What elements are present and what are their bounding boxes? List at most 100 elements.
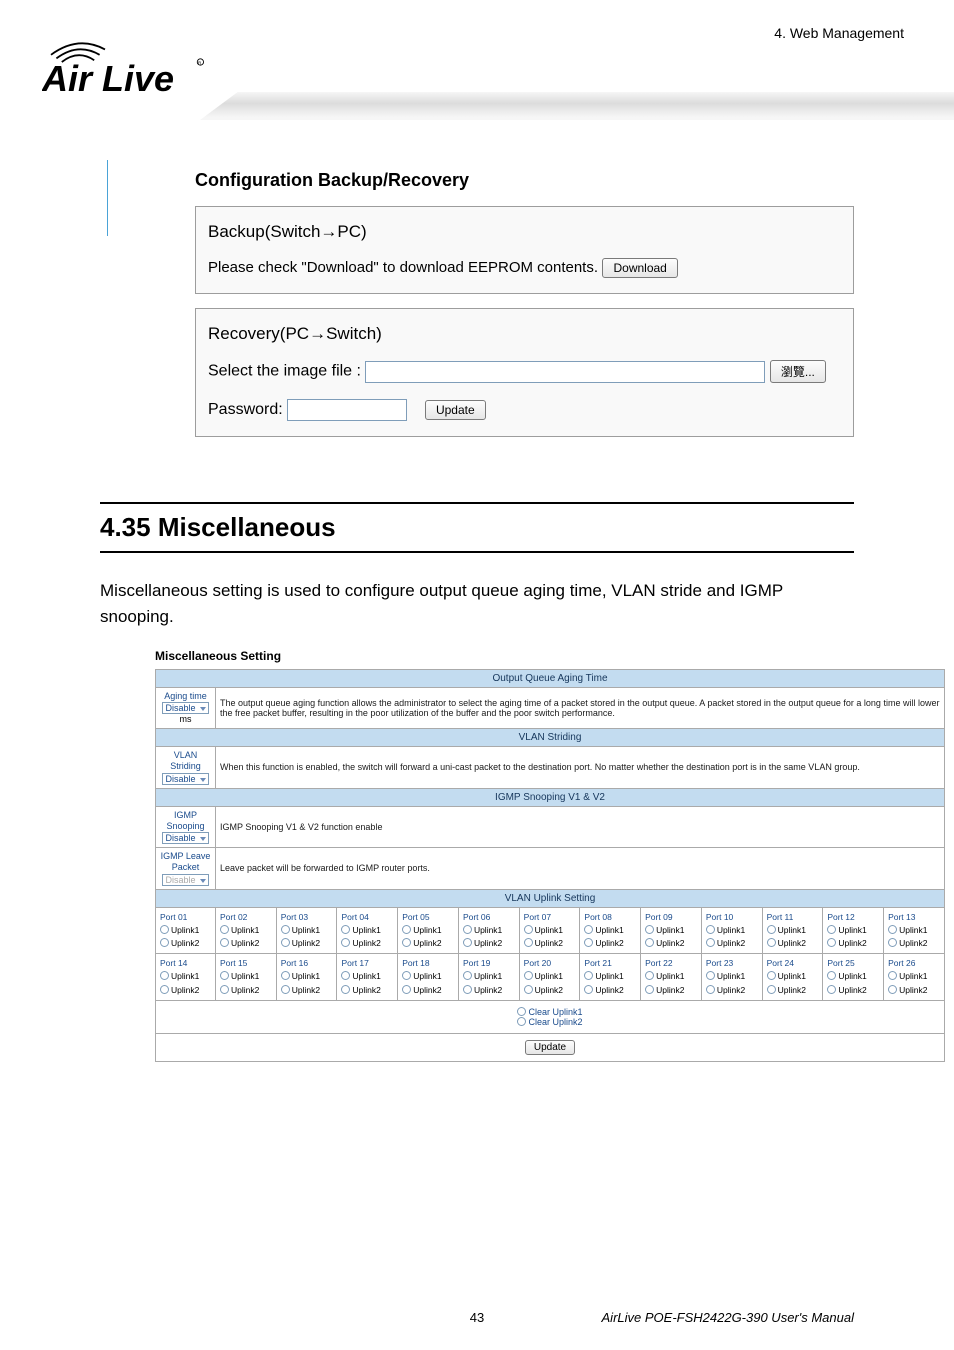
port-cell: Port 18Uplink1Uplink2 xyxy=(398,954,459,1001)
aging-time-select[interactable]: Disable xyxy=(162,702,208,714)
port-name: Port 26 xyxy=(888,957,940,970)
port-cell: Port 14Uplink1Uplink2 xyxy=(156,954,216,1001)
uplink2-radio[interactable] xyxy=(706,938,715,947)
uplink1-radio[interactable] xyxy=(827,971,836,980)
port-name: Port 15 xyxy=(220,957,272,970)
igmp-leave-select[interactable]: Disable xyxy=(162,874,208,886)
port-name: Port 13 xyxy=(888,911,940,924)
aging-desc: The output queue aging function allows t… xyxy=(216,687,945,729)
port-cell: Port 08Uplink1Uplink2 xyxy=(580,907,641,954)
uplink2-radio[interactable] xyxy=(888,938,897,947)
uplink2-radio[interactable] xyxy=(220,985,229,994)
download-button[interactable]: Download xyxy=(602,258,677,278)
port-name: Port 23 xyxy=(706,957,758,970)
uplink2-radio[interactable] xyxy=(827,985,836,994)
browse-button[interactable]: 瀏覽... xyxy=(770,360,826,383)
uplink1-radio[interactable] xyxy=(160,971,169,980)
port-cell: Port 05Uplink1Uplink2 xyxy=(398,907,459,954)
uplink2-radio[interactable] xyxy=(463,938,472,947)
uplink1-radio[interactable] xyxy=(402,925,411,934)
uplink2-radio[interactable] xyxy=(281,938,290,947)
uplink1-radio[interactable] xyxy=(767,971,776,980)
port-name: Port 19 xyxy=(463,957,515,970)
uplink2-radio[interactable] xyxy=(220,938,229,947)
port-cell: Port 25Uplink1Uplink2 xyxy=(823,954,884,1001)
uplink2-radio[interactable] xyxy=(584,985,593,994)
port-cell: Port 13Uplink1Uplink2 xyxy=(884,907,945,954)
port-name: Port 16 xyxy=(281,957,333,970)
uplink2-radio[interactable] xyxy=(584,938,593,947)
uplink2-radio[interactable] xyxy=(160,985,169,994)
uplink1-radio[interactable] xyxy=(160,925,169,934)
uplink1-radio[interactable] xyxy=(341,971,350,980)
uplink2-radio[interactable] xyxy=(827,938,836,947)
misc-table: Output Queue Aging Time Aging time Disab… xyxy=(155,669,945,1062)
igmp-snoop-select[interactable]: Disable xyxy=(162,832,208,844)
chapter-heading: 4.35 Miscellaneous xyxy=(100,512,854,543)
uplink2-radio[interactable] xyxy=(524,938,533,947)
uplink2-radio[interactable] xyxy=(341,985,350,994)
uplink2-radio[interactable] xyxy=(160,938,169,947)
uplink1-radio[interactable] xyxy=(888,971,897,980)
uplink2-radio[interactable] xyxy=(767,938,776,947)
port-cell: Port 01Uplink1Uplink2 xyxy=(156,907,216,954)
uplink1-radio[interactable] xyxy=(341,925,350,934)
backup-instruction: Please check "Download" to download EEPR… xyxy=(208,259,598,276)
uplink1-radio[interactable] xyxy=(281,925,290,934)
uplink1-radio[interactable] xyxy=(524,925,533,934)
uplink1-radio[interactable] xyxy=(220,925,229,934)
uplink1-radio[interactable] xyxy=(463,971,472,980)
uplink2-radio[interactable] xyxy=(402,985,411,994)
igmp-snoop-desc: IGMP Snooping V1 & V2 function enable xyxy=(216,806,945,848)
port-cell: Port 23Uplink1Uplink2 xyxy=(701,954,762,1001)
uplink1-radio[interactable] xyxy=(220,971,229,980)
image-file-input[interactable] xyxy=(365,361,765,383)
password-input[interactable] xyxy=(287,399,407,421)
uplink1-radio[interactable] xyxy=(645,971,654,980)
vlan-striding-label: VLAN Striding xyxy=(160,750,211,773)
port-name: Port 18 xyxy=(402,957,454,970)
port-cell: Port 22Uplink1Uplink2 xyxy=(641,954,702,1001)
uplink1-radio[interactable] xyxy=(706,971,715,980)
igmp-leave-label: IGMP Leave Packet xyxy=(160,851,211,874)
uplink1-radio[interactable] xyxy=(524,971,533,980)
aging-time-cell: Aging time Disable ms xyxy=(156,687,216,729)
ms-label: ms xyxy=(160,714,211,725)
uplink1-radio[interactable] xyxy=(281,971,290,980)
margin-guide xyxy=(107,160,108,236)
misc-update-button[interactable]: Update xyxy=(525,1040,575,1055)
svg-text:Air Live: Air Live xyxy=(42,58,174,98)
uplink2-radio[interactable] xyxy=(463,985,472,994)
uplink2-radio[interactable] xyxy=(341,938,350,947)
uplink2-radio[interactable] xyxy=(645,985,654,994)
uplink1-radio[interactable] xyxy=(706,925,715,934)
uplink1-radio[interactable] xyxy=(584,925,593,934)
uplink1-radio[interactable] xyxy=(645,925,654,934)
uplink1-radio[interactable] xyxy=(463,925,472,934)
uplink1-radio[interactable] xyxy=(888,925,897,934)
backup-panel: Backup(Switch→PC) Please check "Download… xyxy=(195,206,854,294)
clear-uplink1-radio[interactable] xyxy=(517,1007,526,1016)
uplink1-radio[interactable] xyxy=(767,925,776,934)
port-cell: Port 16Uplink1Uplink2 xyxy=(276,954,337,1001)
port-cell: Port 26Uplink1Uplink2 xyxy=(884,954,945,1001)
uplink2-radio[interactable] xyxy=(706,985,715,994)
manual-title: AirLive POE-FSH2422G-390 User's Manual xyxy=(602,1310,854,1325)
band-output-queue: Output Queue Aging Time xyxy=(156,669,945,687)
uplink2-radio[interactable] xyxy=(524,985,533,994)
clear-uplink2-label: Clear Uplink2 xyxy=(528,1017,582,1027)
uplink1-radio[interactable] xyxy=(584,971,593,980)
uplink2-radio[interactable] xyxy=(281,985,290,994)
uplink1-radio[interactable] xyxy=(827,925,836,934)
uplink2-radio[interactable] xyxy=(402,938,411,947)
uplink1-radio[interactable] xyxy=(402,971,411,980)
port-name: Port 09 xyxy=(645,911,697,924)
port-name: Port 25 xyxy=(827,957,879,970)
uplink2-radio[interactable] xyxy=(767,985,776,994)
vlan-striding-select[interactable]: Disable xyxy=(162,773,208,785)
update-button[interactable]: Update xyxy=(425,400,486,420)
clear-uplink2-radio[interactable] xyxy=(517,1017,526,1026)
port-cell: Port 12Uplink1Uplink2 xyxy=(823,907,884,954)
uplink2-radio[interactable] xyxy=(645,938,654,947)
uplink2-radio[interactable] xyxy=(888,985,897,994)
